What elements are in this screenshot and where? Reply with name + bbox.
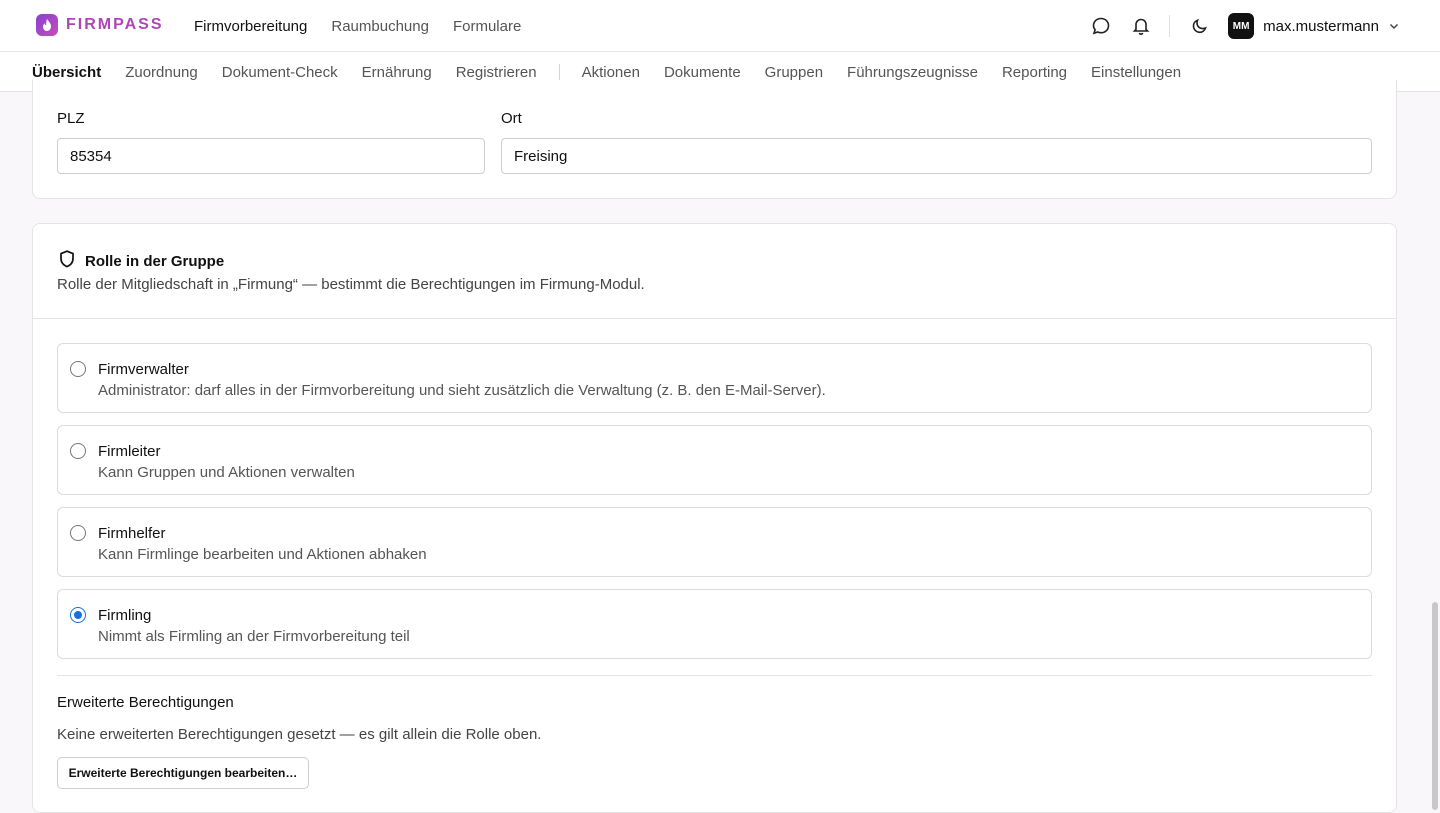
top-right-actions: MM max.mustermann xyxy=(1075,0,1400,52)
nav-firmvorbereitung[interactable]: Firmvorbereitung xyxy=(194,18,307,35)
moon-icon[interactable] xyxy=(1186,12,1214,40)
role-card-header: Rolle in der Gruppe Rolle der Mitgliedsc… xyxy=(33,224,1396,319)
radio-firmverwalter[interactable] xyxy=(70,361,86,377)
plz-label: PLZ xyxy=(57,110,85,127)
option-title: Firmling xyxy=(98,607,152,624)
tab-divider xyxy=(558,64,560,80)
edit-extended-permissions-button[interactable]: Erweiterte Berechtigungen bearbeiten… xyxy=(57,757,309,789)
role-option-firmling[interactable]: Firmling Nimmt als Firmling an der Firmv… xyxy=(57,589,1372,659)
radio-firmhelfer[interactable] xyxy=(70,525,86,541)
chat-icon[interactable] xyxy=(1087,12,1115,40)
radio-firmling[interactable] xyxy=(70,607,86,623)
plz-input[interactable] xyxy=(57,138,485,174)
option-description: Kann Gruppen und Aktionen verwalten xyxy=(98,464,355,481)
option-description: Administrator: darf alles in der Firmvor… xyxy=(98,382,826,399)
bell-icon[interactable] xyxy=(1127,12,1155,40)
option-description: Nimmt als Firmling an der Firmvorbereitu… xyxy=(98,628,410,645)
ort-label: Ort xyxy=(501,110,522,127)
chevron-down-icon[interactable] xyxy=(1388,20,1400,32)
role-option-firmverwalter[interactable]: Firmverwalter Administrator: darf alles … xyxy=(57,343,1372,413)
extended-permissions-description: Keine erweiterten Berechtigungen gesetzt… xyxy=(57,726,542,743)
divider xyxy=(1169,15,1171,37)
option-description: Kann Firmlinge bearbeiten und Aktionen a… xyxy=(98,546,427,563)
scrollbar[interactable] xyxy=(1430,92,1440,813)
address-card: PLZ Ort xyxy=(32,80,1397,199)
option-title: Firmverwalter xyxy=(98,361,189,378)
brand[interactable]: FIRMPASS xyxy=(36,14,163,36)
scrollbar-thumb[interactable] xyxy=(1432,602,1438,810)
role-description: Rolle der Mitgliedschaft in „Firmung“ — … xyxy=(57,276,645,293)
role-card: Rolle in der Gruppe Rolle der Mitgliedsc… xyxy=(32,223,1397,813)
main-nav: Firmvorbereitung Raumbuchung Formulare xyxy=(194,0,545,52)
role-option-firmleiter[interactable]: Firmleiter Kann Gruppen und Aktionen ver… xyxy=(57,425,1372,495)
flame-logo-icon xyxy=(36,14,58,36)
avatar[interactable]: MM xyxy=(1228,13,1255,39)
nav-raumbuchung[interactable]: Raumbuchung xyxy=(331,18,429,35)
extended-permissions-title: Erweiterte Berechtigungen xyxy=(57,694,234,711)
shield-icon xyxy=(57,249,77,274)
ort-input[interactable] xyxy=(501,138,1372,174)
role-title: Rolle in der Gruppe xyxy=(85,253,225,270)
section-divider xyxy=(57,675,1372,676)
role-option-firmhelfer[interactable]: Firmhelfer Kann Firmlinge bearbeiten und… xyxy=(57,507,1372,577)
brand-name: FIRMPASS xyxy=(66,16,164,33)
option-title: Firmleiter xyxy=(98,443,161,460)
username[interactable]: max.mustermann xyxy=(1263,18,1379,35)
top-bar: FIRMPASS Firmvorbereitung Raumbuchung Fo… xyxy=(0,0,1440,52)
nav-formulare[interactable]: Formulare xyxy=(453,18,521,35)
radio-firmleiter[interactable] xyxy=(70,443,86,459)
option-title: Firmhelfer xyxy=(98,525,166,542)
